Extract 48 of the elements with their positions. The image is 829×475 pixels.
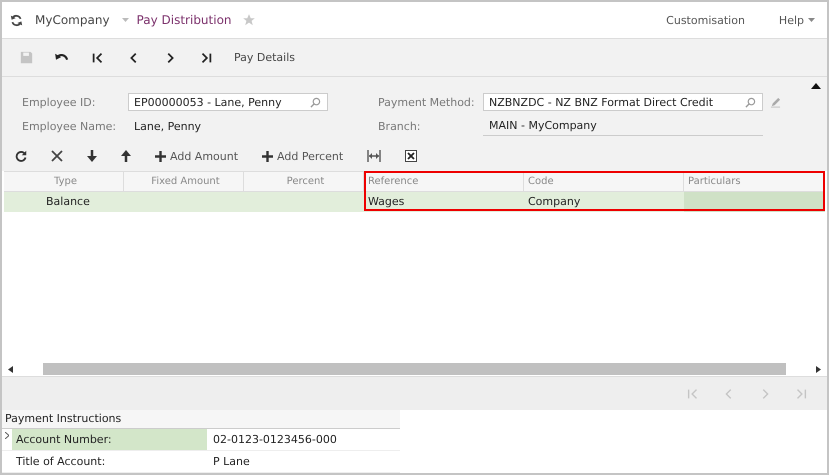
field-label: Branch: [378,120,422,132]
branch-value: MAIN - MyCompany [483,116,763,136]
employee-name-value: Lane, Penny [133,120,202,132]
property-label[interactable]: Account Number: [12,429,207,450]
arrow-up-icon [121,150,131,162]
field-label: Employee Name: [22,120,118,132]
table-cell-text: Balance [45,194,91,210]
last-page-icon [199,50,213,64]
save-icon [20,51,32,64]
menu-link[interactable]: Customisation [666,14,745,26]
screen-title: Pay Distribution [136,13,232,27]
add-button[interactable]: Add Percent [253,143,352,169]
payment-method-field[interactable]: NZBNZDC - NZ BNZ Format Direct Credit [483,93,763,111]
property-value[interactable]: P Lane [207,455,250,468]
company-name[interactable]: MyCompany [35,13,110,27]
menu-link[interactable]: Help [778,14,815,26]
star-icon[interactable] [242,13,256,27]
table-row[interactable]: Balance Wages Company [4,192,825,212]
field-label: Payment Method: [378,96,476,108]
button-label: Add Percent [277,150,344,162]
collapse-icon[interactable] [811,83,821,89]
plus-icon [155,150,166,162]
plus-icon [262,150,274,162]
property-label[interactable]: Title of Account: [12,451,207,472]
search-icon[interactable] [745,96,756,108]
button-label: Add Amount [170,150,238,162]
add-button[interactable]: Add Amount [146,143,248,169]
excel-icon [405,150,418,162]
first-page-icon [91,50,105,64]
field-label: Employee ID: [22,96,96,108]
scroll-left-icon[interactable] [8,366,13,372]
arrow-down-icon [87,150,97,162]
employee-id-field[interactable]: EP00000053 - Lane, Penny [128,93,328,111]
current-row-icon [5,432,9,439]
scroll-right-icon[interactable] [816,366,821,372]
last-page-icon [794,386,808,400]
property-value[interactable]: 02-0123-0123456-000 [207,433,337,446]
refresh-icon[interactable] [10,14,23,26]
section-title: Payment Instructions [2,410,400,429]
refresh-icon [15,150,27,162]
pay-details-button[interactable]: Pay Details [228,50,302,65]
fit-columns-icon [367,150,382,162]
table-cell-text: Wages [367,194,406,210]
close-icon [51,150,63,162]
first-page-icon [686,386,700,400]
table-cell-text: Company [527,194,582,210]
search-icon[interactable] [310,96,321,108]
horizontal-scrollbar[interactable] [2,362,827,377]
